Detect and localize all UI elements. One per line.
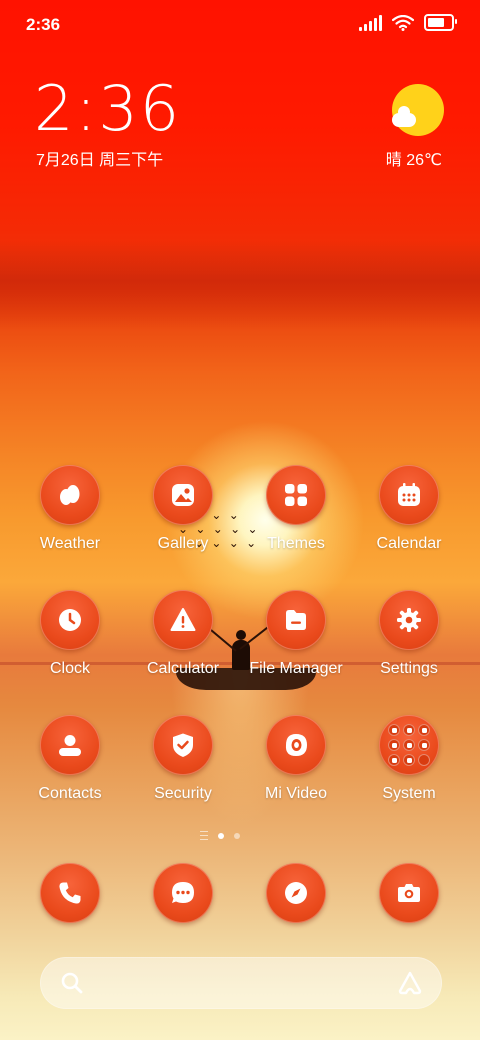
signal-icon — [359, 14, 382, 31]
dock-messages[interactable] — [128, 863, 238, 923]
battery-icon — [424, 14, 457, 31]
folder-mini-app-icon — [403, 754, 415, 766]
system-folder-icon — [379, 715, 439, 775]
app-settings[interactable]: Settings — [354, 590, 464, 678]
folder-mini-app-icon — [418, 754, 430, 766]
folder-mini-app-icon — [418, 724, 430, 736]
search-icon — [61, 972, 83, 994]
calendar-icon — [379, 465, 439, 525]
app-clock[interactable]: Clock — [15, 590, 125, 678]
folder-mini-app-icon — [418, 739, 430, 751]
weather-summary: 晴 26℃ — [385, 152, 442, 169]
dock-phone[interactable] — [15, 863, 125, 923]
app-label: Weather — [39, 535, 101, 552]
page-dot — [234, 832, 240, 839]
status-time: 2:36 — [26, 15, 61, 34]
folder-mini-app-icon — [388, 754, 400, 766]
app-file-manager[interactable]: File Manager — [241, 590, 351, 678]
clock-icon — [40, 590, 100, 650]
page-dot-active — [218, 832, 224, 839]
assistant-icon[interactable] — [396, 969, 424, 997]
gallery-icon — [153, 465, 213, 525]
folder-mini-app-icon — [388, 724, 400, 736]
app-label: Mi Video — [265, 785, 327, 802]
browser-icon — [266, 863, 326, 923]
folder-mini-app-icon — [388, 739, 400, 751]
battery-level — [428, 18, 444, 27]
app-label: Clock — [49, 660, 90, 677]
weather-icon — [40, 465, 100, 525]
folder-mini-app-icon — [403, 724, 415, 736]
cloud-band — [0, 240, 480, 330]
folder-mini-app-icon — [403, 739, 415, 751]
app-drawer-indicator-icon — [200, 831, 208, 840]
app-label: Themes — [267, 535, 325, 552]
status-bar: 2:36 — [0, 0, 480, 50]
camera-icon — [379, 863, 439, 923]
app-label: Calendar — [376, 535, 442, 552]
file-manager-icon — [266, 590, 326, 650]
app-gallery[interactable]: Gallery — [128, 465, 238, 553]
app-label: File Manager — [249, 660, 343, 677]
calculator-icon — [153, 590, 213, 650]
app-mi-video[interactable]: Mi Video — [241, 715, 351, 803]
cloud-icon — [392, 106, 416, 127]
app-label: System — [382, 785, 436, 802]
app-themes[interactable]: Themes — [241, 465, 351, 553]
dock-camera[interactable] — [354, 863, 464, 923]
page-indicator — [200, 831, 240, 840]
app-label: Calculator — [146, 660, 220, 677]
app-label: Contacts — [38, 785, 102, 802]
app-calendar[interactable]: Calendar — [354, 465, 464, 553]
settings-icon — [379, 590, 439, 650]
app-contacts[interactable]: Contacts — [15, 715, 125, 803]
app-security[interactable]: Security — [128, 715, 238, 803]
wifi-icon — [392, 14, 414, 31]
app-system-folder[interactable]: System — [354, 715, 464, 803]
app-label: Security — [154, 785, 212, 802]
mi-video-icon — [266, 715, 326, 775]
app-label: Settings — [380, 660, 438, 677]
dock-browser[interactable] — [241, 863, 351, 923]
widget-date: 7月26日 周三下午 — [36, 152, 164, 169]
security-icon — [153, 715, 213, 775]
app-label: Gallery — [157, 535, 209, 552]
status-icons — [359, 14, 457, 31]
app-calculator[interactable]: Calculator — [128, 590, 238, 678]
search-bar[interactable] — [40, 957, 442, 1009]
messages-icon — [153, 863, 213, 923]
app-weather[interactable]: Weather — [15, 465, 125, 553]
phone-icon — [40, 863, 100, 923]
contacts-icon — [40, 715, 100, 775]
themes-icon — [266, 465, 326, 525]
widget-clock-time: 2:36 — [34, 72, 182, 145]
